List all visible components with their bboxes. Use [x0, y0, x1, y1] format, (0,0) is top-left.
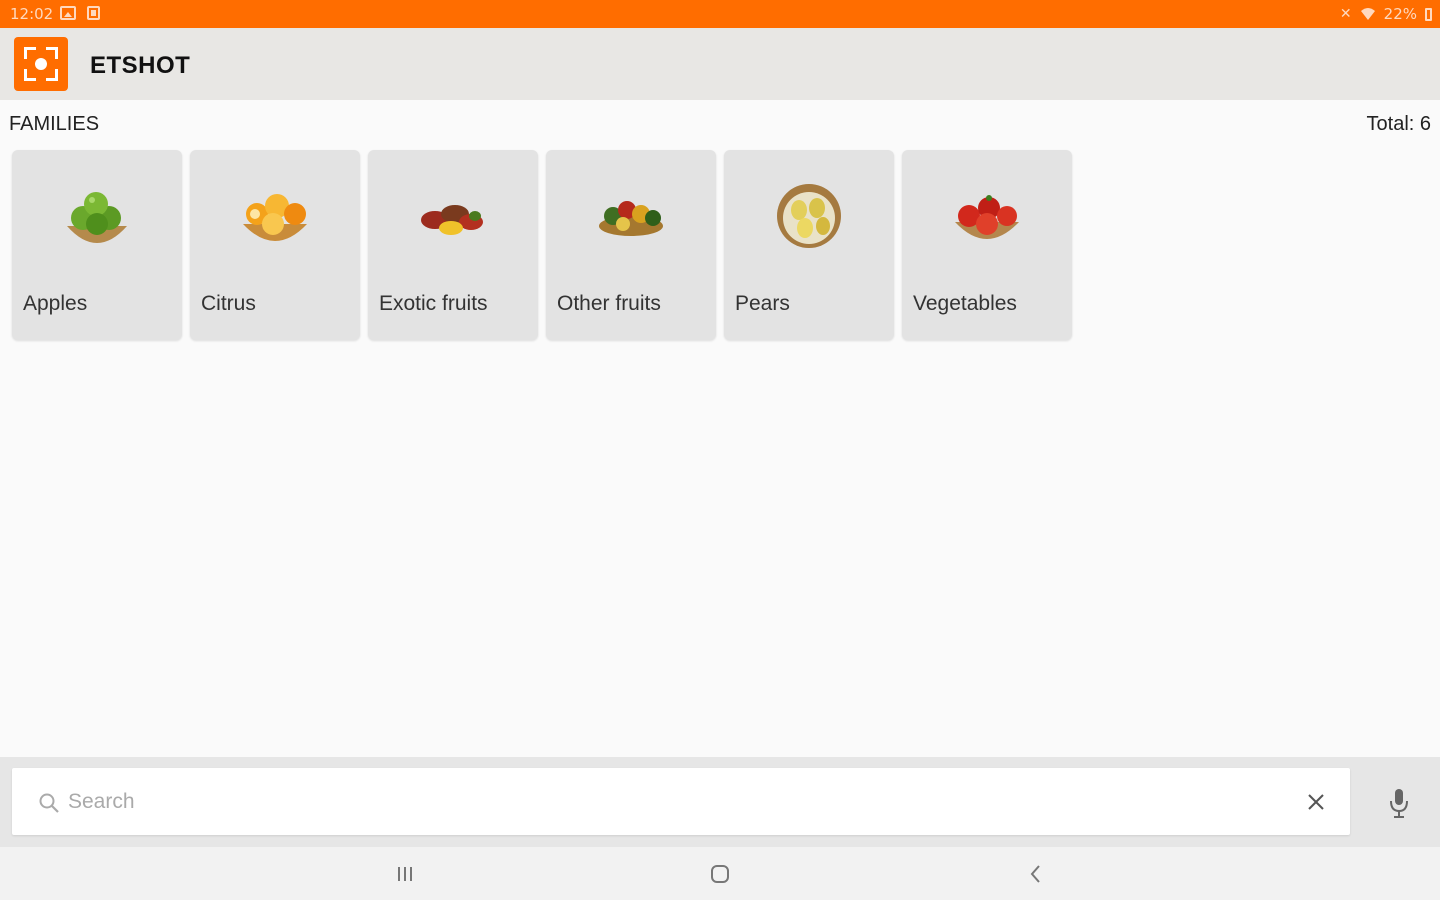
recents-icon[interactable]	[392, 861, 418, 887]
search-box[interactable]	[12, 768, 1350, 835]
clear-icon[interactable]	[1304, 790, 1328, 814]
battery-icon	[1425, 7, 1432, 21]
system-nav-bar	[0, 847, 1440, 900]
family-label: Pears	[735, 292, 790, 315]
citrus-basket-image	[243, 194, 307, 241]
family-tile-pears[interactable]: Pears	[724, 150, 894, 340]
other-fruits-image	[599, 201, 663, 236]
family-tile-exotic-fruits[interactable]: Exotic fruits	[368, 150, 538, 340]
families-grid: Apples Citrus Exotic fruits Other fruits…	[12, 150, 1072, 340]
family-tile-other-fruits[interactable]: Other fruits	[546, 150, 716, 340]
family-tile-citrus[interactable]: Citrus	[190, 150, 360, 340]
tomatoes-basket-image	[955, 195, 1019, 239]
battery-level: 22%	[1383, 5, 1417, 23]
home-icon[interactable]	[707, 861, 733, 887]
family-label: Citrus	[201, 292, 256, 315]
app-bar: ETSHOT	[0, 28, 1440, 100]
family-label: Vegetables	[913, 292, 1017, 315]
status-bar: 12:02 ✕ 22%	[0, 0, 1440, 28]
mute-icon: ✕	[1339, 6, 1352, 22]
wifi-icon	[1360, 8, 1375, 20]
pears-basket-image	[777, 184, 841, 248]
microphone-icon[interactable]	[1388, 787, 1410, 819]
exotic-fruits-image	[421, 205, 483, 235]
family-label: Other fruits	[557, 292, 661, 315]
search-bar-area	[0, 757, 1440, 847]
app-notification-icon	[87, 6, 100, 20]
search-icon	[39, 793, 59, 813]
status-time: 12:02	[10, 5, 54, 23]
apples-basket-image	[67, 192, 127, 243]
section-title: FAMILIES	[9, 113, 100, 135]
family-label: Exotic fruits	[379, 292, 488, 315]
family-tile-apples[interactable]: Apples	[12, 150, 182, 340]
search-input[interactable]	[68, 784, 1268, 820]
total-count: Total: 6	[1366, 113, 1431, 135]
family-tile-vegetables[interactable]: Vegetables	[902, 150, 1072, 340]
family-label: Apples	[23, 292, 88, 315]
back-icon[interactable]	[1023, 861, 1049, 887]
gallery-notification-icon	[60, 6, 76, 20]
app-title: ETSHOT	[90, 52, 191, 79]
camera-focus-icon[interactable]	[14, 37, 68, 91]
